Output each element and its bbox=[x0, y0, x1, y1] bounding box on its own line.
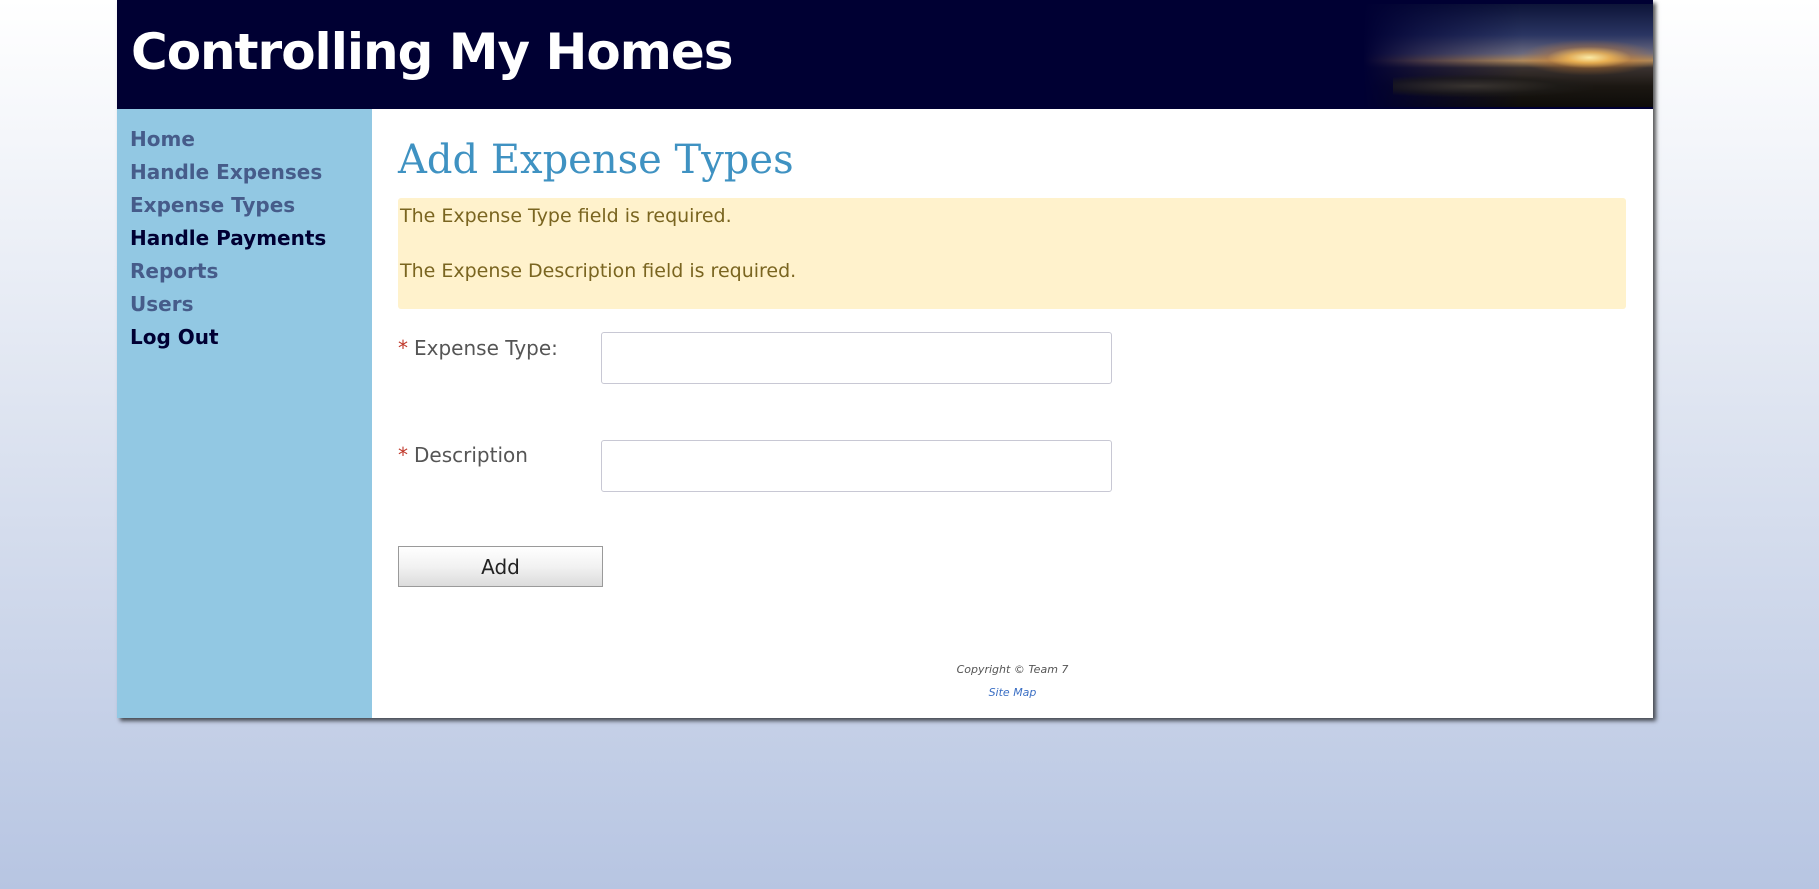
description-input[interactable] bbox=[601, 440, 1112, 492]
site-map-link[interactable]: Site Map bbox=[372, 685, 1653, 701]
sidebar-item-home[interactable]: Home bbox=[130, 123, 326, 156]
validation-error-expense-type: The Expense Type field is required. bbox=[400, 205, 732, 227]
sidebar-item-log-out[interactable]: Log Out bbox=[130, 321, 326, 354]
page-title: Add Expense Types bbox=[398, 137, 794, 183]
add-button[interactable]: Add bbox=[398, 546, 603, 587]
sidebar-item-handle-expenses[interactable]: Handle Expenses bbox=[130, 156, 326, 189]
page-container: Controlling My Homes Home Handle Expense… bbox=[117, 0, 1653, 718]
description-label: * Description bbox=[398, 442, 528, 468]
footer: Copyright © Team 7 Site Map bbox=[372, 662, 1653, 701]
site-header: Controlling My Homes bbox=[117, 0, 1653, 109]
expense-type-label: * Expense Type: bbox=[398, 335, 558, 361]
sidebar-item-users[interactable]: Users bbox=[130, 288, 326, 321]
main-content: Add Expense Types The Expense Type field… bbox=[372, 109, 1653, 718]
expense-type-input[interactable] bbox=[601, 332, 1112, 384]
site-title: Controlling My Homes bbox=[131, 23, 733, 81]
validation-summary: The Expense Type field is required. The … bbox=[398, 198, 1626, 309]
sidebar: Home Handle Expenses Expense Types Handl… bbox=[117, 109, 372, 718]
header-sunset-image bbox=[1363, 4, 1653, 107]
expense-type-label-text: Expense Type: bbox=[414, 336, 558, 360]
sidebar-item-handle-payments[interactable]: Handle Payments bbox=[130, 222, 326, 255]
copyright-text: Copyright © Team 7 bbox=[956, 663, 1069, 676]
sidebar-item-reports[interactable]: Reports bbox=[130, 255, 326, 288]
sidebar-item-expense-types[interactable]: Expense Types bbox=[130, 189, 326, 222]
required-marker: * bbox=[398, 443, 408, 467]
required-marker: * bbox=[398, 336, 408, 360]
sidebar-nav: Home Handle Expenses Expense Types Handl… bbox=[130, 123, 326, 354]
description-label-text: Description bbox=[414, 443, 528, 467]
validation-error-description: The Expense Description field is require… bbox=[400, 260, 797, 282]
